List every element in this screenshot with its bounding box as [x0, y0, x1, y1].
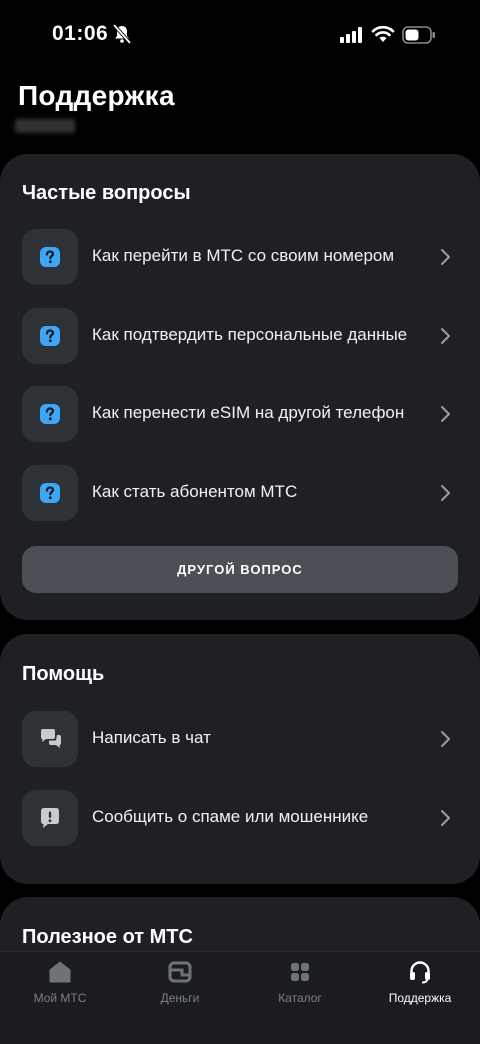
- tab-my-mts[interactable]: Мой МТС: [0, 952, 120, 1022]
- chevron-right-icon: [441, 406, 450, 422]
- tab-label: Поддержка: [388, 991, 452, 1005]
- blurred-phone-number: [15, 119, 75, 133]
- chevron-right-icon: [441, 485, 450, 501]
- battery-icon: [402, 26, 435, 44]
- help-item-chat[interactable]: Написать в чат: [0, 709, 480, 769]
- faq-item-label: Как подтвердить персональные данные: [92, 325, 408, 344]
- other-question-button[interactable]: ДРУГОЙ ВОПРОС: [22, 546, 458, 593]
- wallet-icon: [168, 961, 192, 983]
- tab-label: Каталог: [278, 991, 322, 1005]
- help-card: Помощь Написать в чат Сообщить о спаме и…: [0, 634, 480, 884]
- status-bar: 01:06: [0, 0, 480, 72]
- faq-item[interactable]: Как перенести eSIM на другой телефон: [0, 384, 480, 444]
- home-icon: [49, 961, 71, 983]
- faq-item-label: Как стать абонентом МТС: [92, 482, 298, 501]
- alert-message-icon: [22, 790, 78, 846]
- help-item-label: Сообщить о спаме или мошеннике: [92, 807, 369, 826]
- faq-item-label: Как перенести eSIM на другой телефон: [92, 403, 405, 422]
- question-icon: [22, 465, 78, 521]
- help-item-report-spam[interactable]: Сообщить о спаме или мошеннике: [0, 788, 480, 848]
- catalog-grid-icon: [291, 963, 309, 981]
- faq-card: Частые вопросы Как перейти в МТС со свои…: [0, 154, 480, 620]
- useful-title: Полезное от МТС: [22, 926, 193, 948]
- help-title: Помощь: [22, 663, 105, 685]
- page-title: Поддержка: [18, 80, 175, 111]
- bell-muted-icon: [112, 24, 132, 44]
- tab-catalog[interactable]: Каталог: [240, 952, 360, 1022]
- headset-icon: [410, 961, 430, 984]
- question-icon: [22, 229, 78, 285]
- faq-item[interactable]: Как подтвердить персональные данные: [0, 306, 480, 366]
- chevron-right-icon: [441, 810, 450, 826]
- wifi-icon: [371, 25, 395, 42]
- faq-item-label: Как перейти в МТС со своим номером: [92, 246, 395, 265]
- tab-money[interactable]: Деньги: [120, 952, 240, 1022]
- question-icon: [22, 308, 78, 364]
- faq-item[interactable]: Как перейти в МТС со своим номером: [0, 227, 480, 287]
- chat-icon: [22, 711, 78, 767]
- tab-support[interactable]: Поддержка: [360, 952, 480, 1022]
- faq-title: Частые вопросы: [22, 182, 191, 204]
- help-item-label: Написать в чат: [92, 728, 211, 747]
- chevron-right-icon: [441, 731, 450, 747]
- faq-item[interactable]: Как стать абонентом МТС: [0, 463, 480, 523]
- tab-label: Мой МТС: [33, 991, 87, 1005]
- chevron-right-icon: [441, 328, 450, 344]
- bottom-tab-bar: Мой МТС Деньги Каталог Поддержка: [0, 951, 480, 1044]
- question-icon: [22, 386, 78, 442]
- tab-label: Деньги: [160, 991, 200, 1005]
- status-time: 01:06: [52, 22, 109, 45]
- signal-icon: [340, 27, 362, 43]
- chevron-right-icon: [441, 249, 450, 265]
